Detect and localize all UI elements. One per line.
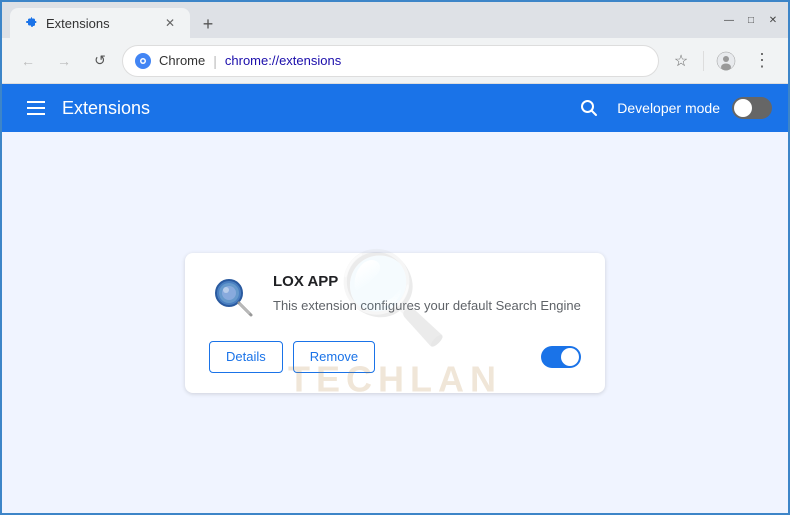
header-right: Developer mode: [573, 92, 772, 124]
maximize-btn[interactable]: □: [744, 13, 758, 27]
extensions-page-title: Extensions: [62, 98, 573, 119]
extensions-tab-icon: [22, 15, 38, 31]
reload-icon: ↺: [94, 52, 106, 69]
dev-mode-label: Developer mode: [617, 100, 720, 116]
minimize-btn[interactable]: —: [722, 13, 736, 27]
lox-app-icon: [209, 273, 257, 321]
details-button[interactable]: Details: [209, 341, 283, 373]
address-icons: ☆ ⋮: [667, 47, 776, 75]
site-icon: [135, 53, 151, 69]
hamburger-icon: [27, 101, 45, 115]
dev-mode-toggle[interactable]: [732, 97, 772, 119]
extension-toggle[interactable]: [541, 346, 581, 368]
remove-button[interactable]: Remove: [293, 341, 375, 373]
hamburger-menu-button[interactable]: [18, 90, 54, 126]
extension-card: LOX APP This extension configures your d…: [185, 253, 605, 393]
ext-info: LOX APP This extension configures your d…: [273, 273, 581, 316]
back-button[interactable]: ←: [14, 47, 42, 75]
profile-button[interactable]: [712, 47, 740, 75]
tab-close-btn[interactable]: ✕: [162, 15, 178, 31]
bookmark-button[interactable]: ☆: [667, 47, 695, 75]
ext-description: This extension configures your default S…: [273, 296, 581, 316]
window-controls: — □ ✕: [722, 13, 780, 27]
title-bar: Extensions ✕ + — □ ✕: [2, 2, 788, 38]
toggle-knob: [734, 99, 752, 117]
address-url: chrome://extensions: [225, 53, 341, 68]
bookmark-icon: ☆: [674, 51, 688, 71]
profile-icon: [716, 51, 736, 71]
forward-icon: →: [57, 53, 71, 69]
browser-window: Extensions ✕ + — □ ✕ ← → ↺: [0, 0, 790, 515]
address-input-container[interactable]: Chrome | chrome://extensions: [122, 45, 659, 77]
active-tab[interactable]: Extensions ✕: [10, 8, 190, 38]
reload-button[interactable]: ↺: [86, 47, 114, 75]
ext-logo: [209, 273, 257, 321]
menu-icon: ⋮: [753, 50, 771, 71]
extensions-header: Extensions Developer mode: [2, 84, 788, 132]
address-bar: ← → ↺ Chrome | chrome://extensions ☆: [2, 38, 788, 84]
search-button[interactable]: [573, 92, 605, 124]
new-tab-button[interactable]: +: [194, 10, 222, 38]
page-content: 🔍 TECHLAN LOX A: [2, 132, 788, 513]
ext-top: LOX APP This extension configures your d…: [209, 273, 581, 321]
tab-title: Extensions: [46, 16, 110, 31]
forward-button[interactable]: →: [50, 47, 78, 75]
close-btn[interactable]: ✕: [766, 13, 780, 27]
ext-name: LOX APP: [273, 273, 581, 290]
extension-toggle-knob: [561, 348, 579, 366]
search-icon: [579, 98, 599, 118]
back-icon: ←: [21, 53, 35, 69]
address-site-name: Chrome: [159, 53, 205, 68]
divider: [703, 51, 704, 71]
tab-bar: Extensions ✕ +: [10, 2, 710, 38]
menu-button[interactable]: ⋮: [748, 47, 776, 75]
ext-bottom: Details Remove: [209, 341, 581, 373]
